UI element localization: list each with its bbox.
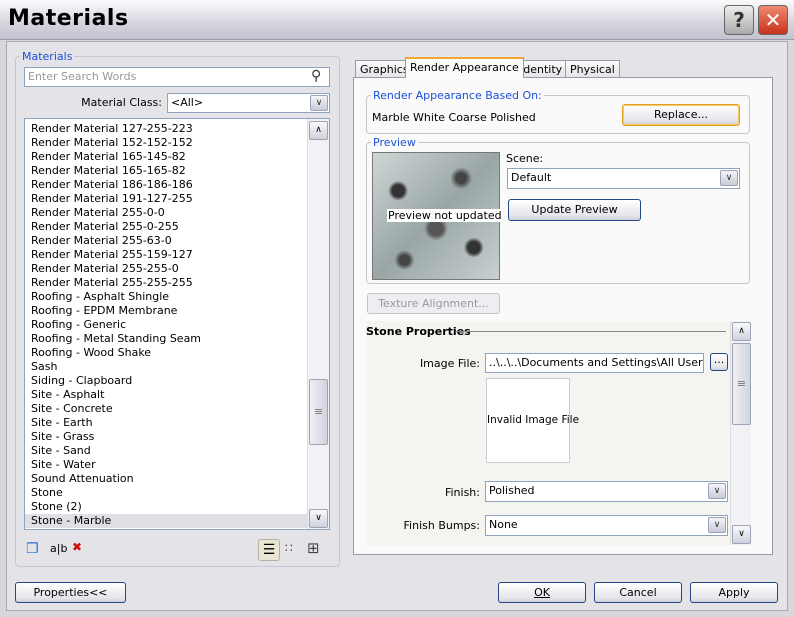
chevron-down-icon: ∨ <box>708 483 726 499</box>
stone-properties-heading: Stone Properties <box>366 325 471 338</box>
finish-value: Polished <box>489 484 535 497</box>
list-view-icon[interactable]: ☰ <box>258 539 280 561</box>
preview-label: Preview <box>373 136 416 149</box>
list-item[interactable]: Render Material 191-127-255 <box>25 192 307 206</box>
update-preview-button[interactable]: Update Preview <box>508 199 641 221</box>
list-item[interactable]: Site - Concrete <box>25 402 307 416</box>
list-item[interactable]: Sash <box>25 360 307 374</box>
properties-scrollbar[interactable]: ∧ ≡ ∨ <box>730 321 751 545</box>
list-item[interactable]: Roofing - EPDM Membrane <box>25 304 307 318</box>
material-class-label: Material Class: <box>81 96 162 109</box>
list-item[interactable]: Roofing - Generic <box>25 318 307 332</box>
close-button[interactable]: ✕ <box>758 5 788 35</box>
material-class-value: <All> <box>171 96 204 109</box>
title-bar: Materials ? ✕ <box>0 0 794 40</box>
list-item[interactable]: Roofing - Asphalt Shingle <box>25 290 307 304</box>
list-item[interactable]: Render Material 186-186-186 <box>25 178 307 192</box>
large-icons-view-icon[interactable]: ⊞ <box>307 539 320 557</box>
list-item[interactable]: Roofing - Wood Shake <box>25 346 307 360</box>
delete-material-icon[interactable]: ✖ <box>72 540 82 554</box>
duplicate-material-icon[interactable]: ❐ <box>26 541 39 557</box>
texture-alignment-button[interactable]: Texture Alignment... <box>367 293 500 314</box>
materials-group-label: Materials <box>22 50 73 63</box>
scroll-down-button[interactable]: ∨ <box>732 525 751 544</box>
list-item[interactable]: Render Material 255-159-127 <box>25 248 307 262</box>
list-item[interactable]: Render Material 255-255-0 <box>25 262 307 276</box>
list-item[interactable]: Roofing - Metal Standing Seam <box>25 332 307 346</box>
scroll-up-button[interactable]: ∧ <box>732 322 751 341</box>
scene-select[interactable]: Default ∨ <box>507 168 740 189</box>
scroll-thumb[interactable]: ≡ <box>732 343 751 425</box>
material-class-select[interactable]: <All> ∨ <box>167 93 330 113</box>
finish-select[interactable]: Polished ∨ <box>485 481 728 502</box>
scene-value: Default <box>511 171 552 184</box>
image-file-input[interactable]: ..\..\..\Documents and Settings\All User… <box>485 353 704 373</box>
list-item[interactable]: Render Material 165-165-82 <box>25 164 307 178</box>
list-item[interactable]: Render Material 165-145-82 <box>25 150 307 164</box>
scroll-down-button[interactable]: ∨ <box>309 509 328 528</box>
browse-button[interactable]: ... <box>710 353 728 371</box>
finish-label: Finish: <box>444 486 480 499</box>
tab-physical[interactable]: Physical <box>565 60 620 78</box>
image-thumbnail: Invalid Image File <box>486 378 579 463</box>
list-item[interactable]: Render Material 255-255-255 <box>25 276 307 290</box>
help-button[interactable]: ? <box>724 5 754 35</box>
materials-list[interactable]: Render Material 127-255-223 Render Materi… <box>24 118 330 530</box>
finish-bumps-select[interactable]: None ∨ <box>485 515 728 536</box>
small-icons-view-icon[interactable]: ∷ <box>285 541 293 555</box>
list-item[interactable]: Stone <box>25 486 307 500</box>
based-on-label: Render Appearance Based On: <box>373 89 542 102</box>
search-icon[interactable]: ⚲ <box>311 68 321 84</box>
list-scrollbar[interactable]: ∧ ≡ ∨ <box>307 119 329 529</box>
list-item[interactable]: Render Material 255-0-255 <box>25 220 307 234</box>
properties-toggle-button[interactable]: Properties<< <box>15 582 126 603</box>
section-divider <box>456 331 726 332</box>
image-file-label: Image File: <box>419 357 480 370</box>
ok-button[interactable]: OK <box>498 582 586 603</box>
scene-label: Scene: <box>506 152 544 165</box>
chevron-down-icon: ∨ <box>720 170 738 186</box>
finish-bumps-label: Finish Bumps: <box>403 519 480 532</box>
window-title: Materials <box>8 6 129 31</box>
finish-bumps-value: None <box>489 518 518 531</box>
list-item[interactable]: Stone - Marble <box>25 514 307 528</box>
chevron-down-icon: ∨ <box>310 95 328 111</box>
based-on-value: Marble White Coarse Polished <box>372 111 536 124</box>
list-item[interactable]: Site - Grass <box>25 430 307 444</box>
tab-render-appearance[interactable]: Render Appearance <box>405 57 524 78</box>
preview-status: Preview not updated <box>387 209 503 222</box>
list-item[interactable]: Stone (2) <box>25 500 307 514</box>
list-item[interactable]: Sound Attenuation <box>25 472 307 486</box>
list-item[interactable]: Render Material 127-255-223 <box>25 122 307 136</box>
search-input[interactable]: Enter Search Words <box>24 67 330 87</box>
list-item[interactable]: Site - Water <box>25 458 307 472</box>
list-item[interactable]: Site - Earth <box>25 416 307 430</box>
replace-button[interactable]: Replace... <box>622 104 740 126</box>
list-item[interactable]: Site - Sand <box>25 444 307 458</box>
list-item[interactable]: Render Material 255-0-0 <box>25 206 307 220</box>
apply-button[interactable]: Apply <box>690 582 778 603</box>
list-item[interactable]: Render Material 152-152-152 <box>25 136 307 150</box>
chevron-down-icon: ∨ <box>708 517 726 533</box>
cancel-button[interactable]: Cancel <box>594 582 682 603</box>
rename-material-icon[interactable]: a|b <box>50 542 67 555</box>
list-item[interactable]: Siding - Clapboard <box>25 374 307 388</box>
scroll-thumb[interactable]: ≡ <box>309 379 328 445</box>
list-item[interactable]: Site - Asphalt <box>25 388 307 402</box>
scroll-up-button[interactable]: ∧ <box>309 121 328 140</box>
list-item[interactable]: Render Material 255-63-0 <box>25 234 307 248</box>
